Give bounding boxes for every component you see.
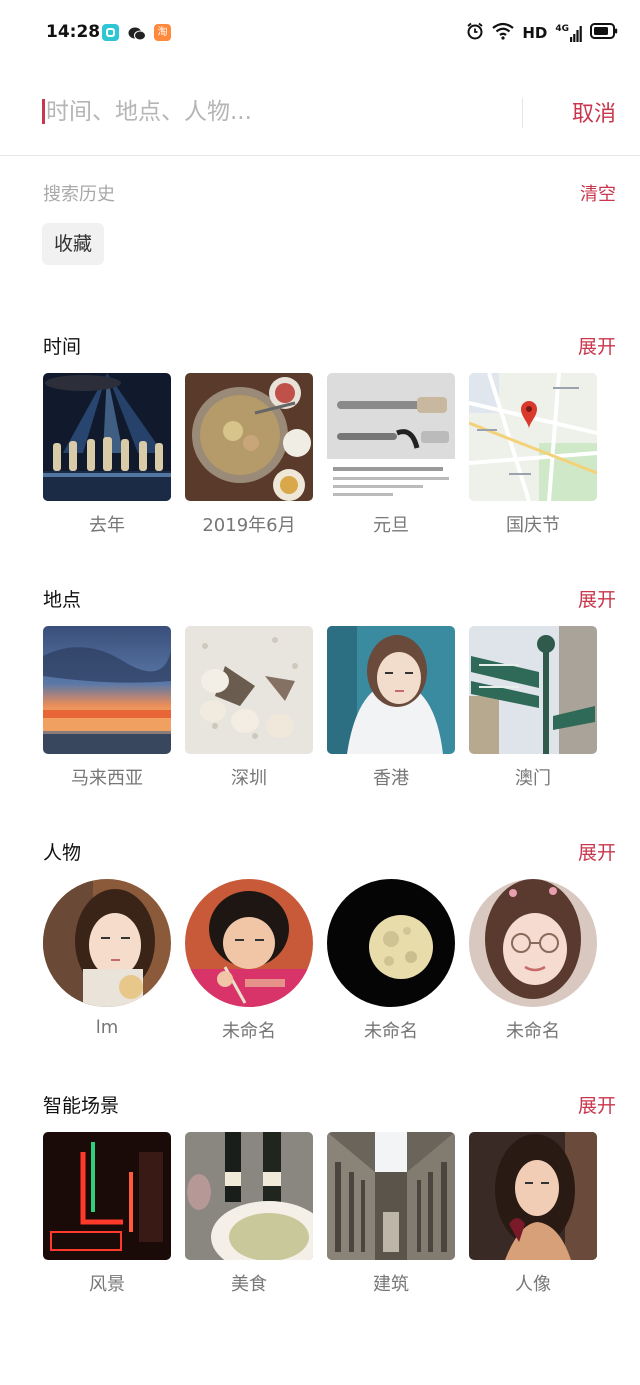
tile-caption: 美食 bbox=[231, 1274, 267, 1295]
moon-avatar bbox=[327, 879, 455, 1007]
person-name: 未命名 bbox=[222, 1021, 276, 1042]
photo-tile[interactable]: 美食 bbox=[185, 1132, 313, 1296]
tile-caption: 元旦 bbox=[373, 515, 409, 536]
wechat-icon bbox=[128, 26, 146, 41]
history-chip[interactable]: 收藏 bbox=[42, 223, 105, 265]
photo-tile[interactable]: 2019年6月 bbox=[185, 373, 313, 537]
section-place: 地点 展开 马来西亚 深圳 香港 澳门 bbox=[0, 585, 640, 815]
concert-stage-thumbnail bbox=[43, 373, 171, 501]
expand-button[interactable]: 展开 bbox=[578, 585, 616, 612]
photo-tile[interactable]: 国庆节 bbox=[469, 373, 597, 537]
tile-caption: 国庆节 bbox=[506, 515, 560, 536]
tile-caption: 人像 bbox=[515, 1274, 551, 1295]
person-name: 未命名 bbox=[506, 1021, 560, 1042]
battery-icon bbox=[590, 23, 618, 43]
search-input[interactable] bbox=[46, 94, 506, 130]
section-title: 时间 bbox=[43, 336, 82, 358]
tile-caption: 2019年6月 bbox=[202, 515, 296, 536]
text-cursor bbox=[42, 99, 45, 124]
street-sign-thumbnail bbox=[469, 626, 597, 754]
photo-tile[interactable]: 香港 bbox=[327, 626, 455, 790]
section-smart-scenes: 智能场景 展开 风景 美食 建筑 人像 bbox=[0, 1091, 640, 1321]
tile-caption: 深圳 bbox=[231, 768, 267, 789]
building-corridor-thumbnail bbox=[327, 1132, 455, 1260]
salt-baked-eggs-thumbnail bbox=[185, 626, 313, 754]
signal-label: 4G bbox=[555, 24, 569, 34]
tile-caption: 建筑 bbox=[373, 1274, 409, 1295]
tile-caption: 去年 bbox=[89, 515, 125, 536]
section-title: 人物 bbox=[43, 842, 82, 864]
person-tile[interactable]: 未命名 bbox=[469, 879, 597, 1043]
tile-caption: 马来西亚 bbox=[71, 768, 143, 789]
clear-history-button[interactable]: 清空 bbox=[580, 180, 616, 206]
person-name: lm bbox=[95, 1017, 119, 1038]
photo-tile[interactable]: 澳门 bbox=[469, 626, 597, 790]
photo-tile[interactable]: 风景 bbox=[43, 1132, 171, 1296]
tile-caption: 风景 bbox=[89, 1274, 125, 1295]
section-title: 地点 bbox=[43, 589, 82, 611]
status-bar: 14:28 淘 HD 4G bbox=[0, 0, 640, 66]
map-thumbnail bbox=[469, 373, 597, 501]
person-name: 未命名 bbox=[364, 1021, 418, 1042]
hotpot-thumbnail bbox=[185, 373, 313, 501]
photo-tile[interactable]: 去年 bbox=[43, 373, 171, 537]
person-avatar bbox=[43, 879, 171, 1007]
person-tile[interactable]: 未命名 bbox=[327, 879, 455, 1043]
photo-tile[interactable]: 深圳 bbox=[185, 626, 313, 790]
photo-tile[interactable]: 建筑 bbox=[327, 1132, 455, 1296]
status-right: HD 4G bbox=[466, 22, 618, 44]
portrait-wine-thumbnail bbox=[469, 1132, 597, 1260]
expand-button[interactable]: 展开 bbox=[578, 838, 616, 865]
photo-tile[interactable]: 马来西亚 bbox=[43, 626, 171, 790]
wifi-icon bbox=[492, 22, 515, 44]
portrait-hoodie-thumbnail bbox=[327, 626, 455, 754]
expand-button[interactable]: 展开 bbox=[578, 1091, 616, 1118]
sunset-sea-thumbnail bbox=[43, 626, 171, 754]
cancel-button[interactable]: 取消 bbox=[572, 96, 616, 128]
hair-curler-thumbnail bbox=[327, 373, 455, 501]
food-wine-thumbnail bbox=[185, 1132, 313, 1260]
photo-tile[interactable]: 元旦 bbox=[327, 373, 455, 537]
search-history-label: 搜索历史 bbox=[43, 184, 115, 205]
alarm-icon bbox=[466, 22, 484, 44]
app-icon bbox=[102, 24, 119, 41]
neon-sign-thumbnail bbox=[43, 1132, 171, 1260]
person-tile[interactable]: lm bbox=[43, 879, 171, 1038]
person-avatar bbox=[469, 879, 597, 1007]
person-tile[interactable]: 未命名 bbox=[185, 879, 313, 1043]
tile-caption: 澳门 bbox=[515, 768, 551, 789]
section-title: 智能场景 bbox=[43, 1095, 120, 1117]
status-time: 14:28 bbox=[46, 22, 101, 42]
section-time: 时间 展开 去年 2019年6月 元旦 国庆节 bbox=[0, 332, 640, 562]
search-divider bbox=[522, 98, 523, 128]
person-avatar bbox=[185, 879, 313, 1007]
photo-tile[interactable]: 人像 bbox=[469, 1132, 597, 1296]
search-header: 取消 bbox=[0, 66, 640, 156]
taobao-icon: 淘 bbox=[154, 24, 171, 41]
section-people: 人物 展开 lm 未命名 未命名 未命名 bbox=[0, 838, 640, 1068]
hd-label: HD bbox=[522, 24, 548, 42]
tile-caption: 香港 bbox=[373, 768, 409, 789]
expand-button[interactable]: 展开 bbox=[578, 332, 616, 359]
signal-icon: 4G bbox=[555, 24, 582, 42]
